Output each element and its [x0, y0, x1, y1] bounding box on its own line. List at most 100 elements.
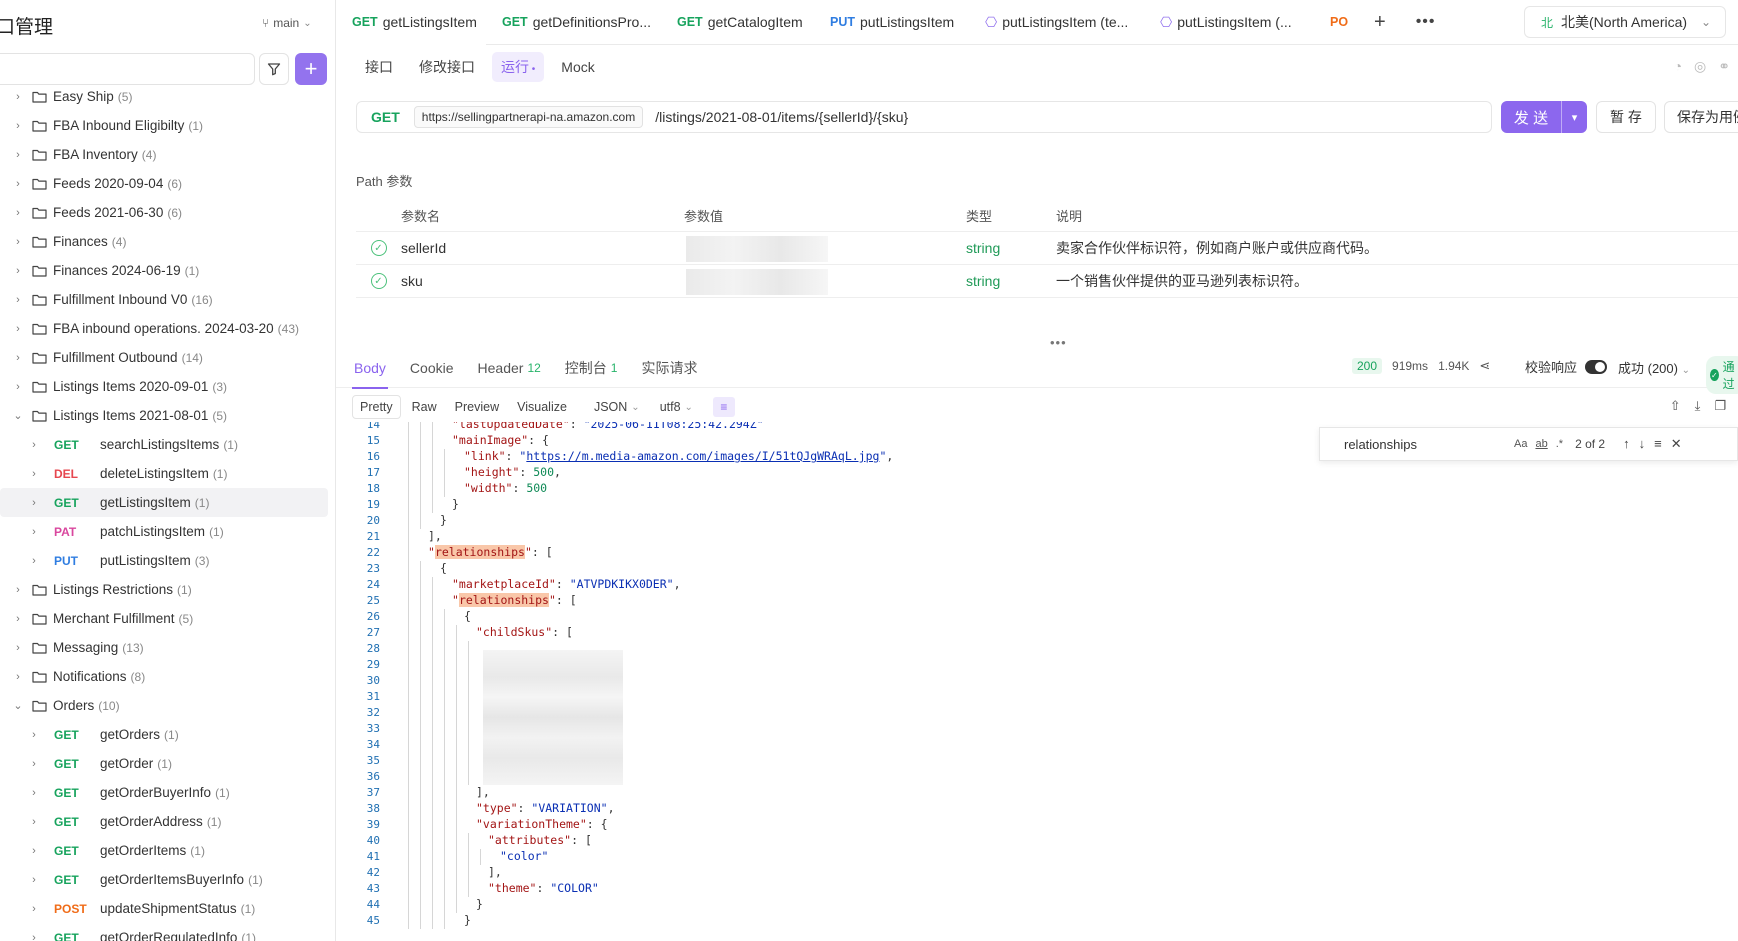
- chevron-right-icon[interactable]: ›: [12, 91, 24, 103]
- tree-folder-item[interactable]: › Fulfillment Outbound (14): [0, 343, 335, 372]
- chevron-down-icon[interactable]: ⌄: [12, 699, 24, 712]
- tree-folder-item[interactable]: › Finances 2024-06-19 (1): [0, 256, 335, 285]
- add-button[interactable]: +: [295, 53, 327, 85]
- url-bar[interactable]: GET https://sellingpartnerapi-na.amazon.…: [356, 101, 1492, 133]
- encoding-select[interactable]: utf8 ⌄: [660, 400, 693, 414]
- chevron-right-icon[interactable]: ›: [28, 555, 40, 567]
- chevron-right-icon[interactable]: ›: [12, 207, 24, 219]
- tab-5[interactable]: ⎔ putListingsItem (...: [1144, 0, 1314, 45]
- arrow-down-icon[interactable]: ↓: [1639, 436, 1646, 452]
- share-icon[interactable]: ◎: [1694, 58, 1706, 75]
- match-case-toggle[interactable]: Aa: [1514, 438, 1527, 450]
- param-value-input[interactable]: [684, 232, 966, 265]
- chevron-right-icon[interactable]: ›: [12, 352, 24, 364]
- match-word-toggle[interactable]: ab: [1535, 438, 1547, 450]
- chevron-right-icon[interactable]: ›: [12, 294, 24, 306]
- tree-api-item[interactable]: › POST updateShipmentStatus (1): [0, 894, 335, 923]
- tree-api-item[interactable]: › GET getOrderAddress (1): [0, 807, 335, 836]
- tree-folder-item[interactable]: › Listings Items 2020-09-01 (3): [0, 372, 335, 401]
- more-tabs-icon[interactable]: •••: [1416, 13, 1436, 31]
- sidebar-search-input[interactable]: [0, 53, 255, 85]
- param-value-input[interactable]: [684, 265, 966, 298]
- tab-0[interactable]: GET getListingsItem: [336, 0, 486, 45]
- validate-toggle[interactable]: [1585, 359, 1608, 374]
- chevron-right-icon[interactable]: ›: [28, 816, 40, 828]
- request-method[interactable]: GET: [357, 109, 414, 125]
- find-in-selection-icon[interactable]: ≡: [1654, 436, 1662, 452]
- tab-header[interactable]: Header 12: [478, 348, 541, 388]
- url-path-input[interactable]: /listings/2021-08-01/items/{sellerId}/{s…: [655, 109, 908, 125]
- tree-folder-item[interactable]: › FBA Inbound Eligibilty (1): [0, 111, 335, 140]
- tree-folder-item[interactable]: ⌄ Orders (10): [0, 691, 335, 720]
- close-icon[interactable]: ✕: [1671, 436, 1682, 452]
- chevron-right-icon[interactable]: ›: [12, 613, 24, 625]
- tab-4[interactable]: ⎔ putListingsItem (te...: [969, 0, 1144, 45]
- chevron-right-icon[interactable]: ›: [12, 381, 24, 393]
- chevron-right-icon[interactable]: ›: [12, 584, 24, 596]
- tab-6[interactable]: PO: [1314, 0, 1364, 45]
- tree-api-item[interactable]: › PUT putListingsItem (3): [0, 546, 335, 575]
- tree-api-item[interactable]: › GET getListingsItem (1): [0, 488, 328, 517]
- tab-2[interactable]: GET getCatalogItem: [661, 0, 814, 45]
- share-icon[interactable]: ⋖: [1479, 358, 1490, 374]
- chevron-right-icon[interactable]: ›: [28, 903, 40, 915]
- history-icon[interactable]: ◔: [1674, 58, 1682, 75]
- save-draft-button[interactable]: 暂 存: [1596, 101, 1656, 133]
- chevron-right-icon[interactable]: ›: [12, 642, 24, 654]
- response-definition-select[interactable]: 成功 (200) ⌄: [1618, 358, 1690, 377]
- tree-folder-item[interactable]: › Feeds 2021-06-30 (6): [0, 198, 335, 227]
- find-input[interactable]: relationships: [1344, 437, 1504, 452]
- chevron-right-icon[interactable]: ›: [12, 323, 24, 335]
- word-wrap-icon[interactable]: ≡: [712, 397, 735, 417]
- tree-api-item[interactable]: › GET searchListingsItems (1): [0, 430, 335, 459]
- subtab-mock[interactable]: Mock: [552, 54, 603, 80]
- tree-folder-item[interactable]: › Finances (4): [0, 227, 335, 256]
- tree-api-item[interactable]: › GET getOrders (1): [0, 720, 335, 749]
- chevron-right-icon[interactable]: ›: [28, 758, 40, 770]
- save-as-case-button[interactable]: 保存为用例: [1664, 101, 1738, 133]
- tree-folder-item[interactable]: › Easy Ship (5): [0, 82, 335, 111]
- code-gen-icon[interactable]: ⚭: [1718, 58, 1730, 75]
- tree-folder-item[interactable]: › Notifications (8): [0, 662, 335, 691]
- chevron-right-icon[interactable]: ›: [28, 468, 40, 480]
- chevron-down-icon[interactable]: ▾: [1561, 101, 1587, 133]
- regex-toggle[interactable]: .*: [1556, 438, 1563, 450]
- format-select[interactable]: JSON ⌄: [594, 400, 640, 414]
- check-icon[interactable]: ✓: [370, 240, 387, 256]
- tree-folder-item[interactable]: ⌄ Listings Items 2021-08-01 (5): [0, 401, 335, 430]
- tab-actual-request[interactable]: 实际请求: [641, 348, 697, 388]
- tree-folder-item[interactable]: › Merchant Fulfillment (5): [0, 604, 335, 633]
- tree-folder-item[interactable]: › Fulfillment Inbound V0 (16): [0, 285, 335, 314]
- tab-3[interactable]: PUT putListingsItem: [814, 0, 969, 45]
- tree-folder-item[interactable]: › Feeds 2020-09-04 (6): [0, 169, 335, 198]
- chevron-right-icon[interactable]: ›: [28, 439, 40, 451]
- tree-api-item[interactable]: › GET getOrderBuyerInfo (1): [0, 778, 335, 807]
- chevron-right-icon[interactable]: ›: [12, 671, 24, 683]
- upload-icon[interactable]: ⇧: [1670, 398, 1681, 414]
- chevron-right-icon[interactable]: ›: [12, 120, 24, 132]
- tree-api-item[interactable]: › DEL deleteListingsItem (1): [0, 459, 335, 488]
- new-tab-button[interactable]: +: [1374, 11, 1386, 34]
- chevron-right-icon[interactable]: ›: [12, 149, 24, 161]
- chevron-right-icon[interactable]: ›: [28, 845, 40, 857]
- subtab-api[interactable]: 接口: [356, 52, 402, 82]
- view-pretty[interactable]: Pretty: [352, 395, 401, 419]
- chevron-right-icon[interactable]: ›: [28, 729, 40, 741]
- environment-select[interactable]: 北 北美(North America) ⌄: [1524, 6, 1726, 38]
- chevron-right-icon[interactable]: ›: [28, 497, 40, 509]
- arrow-up-icon[interactable]: ↑: [1623, 436, 1630, 452]
- send-button[interactable]: 发 送 ▾: [1501, 101, 1587, 133]
- filter-button[interactable]: [259, 53, 289, 85]
- view-raw[interactable]: Raw: [405, 396, 444, 418]
- tab-1[interactable]: GET getDefinitionsPro...: [486, 0, 661, 45]
- tree-folder-item[interactable]: › FBA Inventory (4): [0, 140, 335, 169]
- tab-cookie[interactable]: Cookie: [410, 348, 454, 388]
- tree-api-item[interactable]: › GET getOrderRegulatedInfo (1): [0, 923, 335, 941]
- chevron-down-icon[interactable]: ⌄: [12, 409, 24, 422]
- chevron-right-icon[interactable]: ›: [28, 526, 40, 538]
- chevron-right-icon[interactable]: ›: [28, 874, 40, 886]
- tree-folder-item[interactable]: › FBA inbound operations. 2024-03-20 (43): [0, 314, 335, 343]
- chevron-right-icon[interactable]: ›: [28, 787, 40, 799]
- subtab-edit[interactable]: 修改接口: [410, 52, 484, 82]
- tab-body[interactable]: Body: [352, 348, 388, 389]
